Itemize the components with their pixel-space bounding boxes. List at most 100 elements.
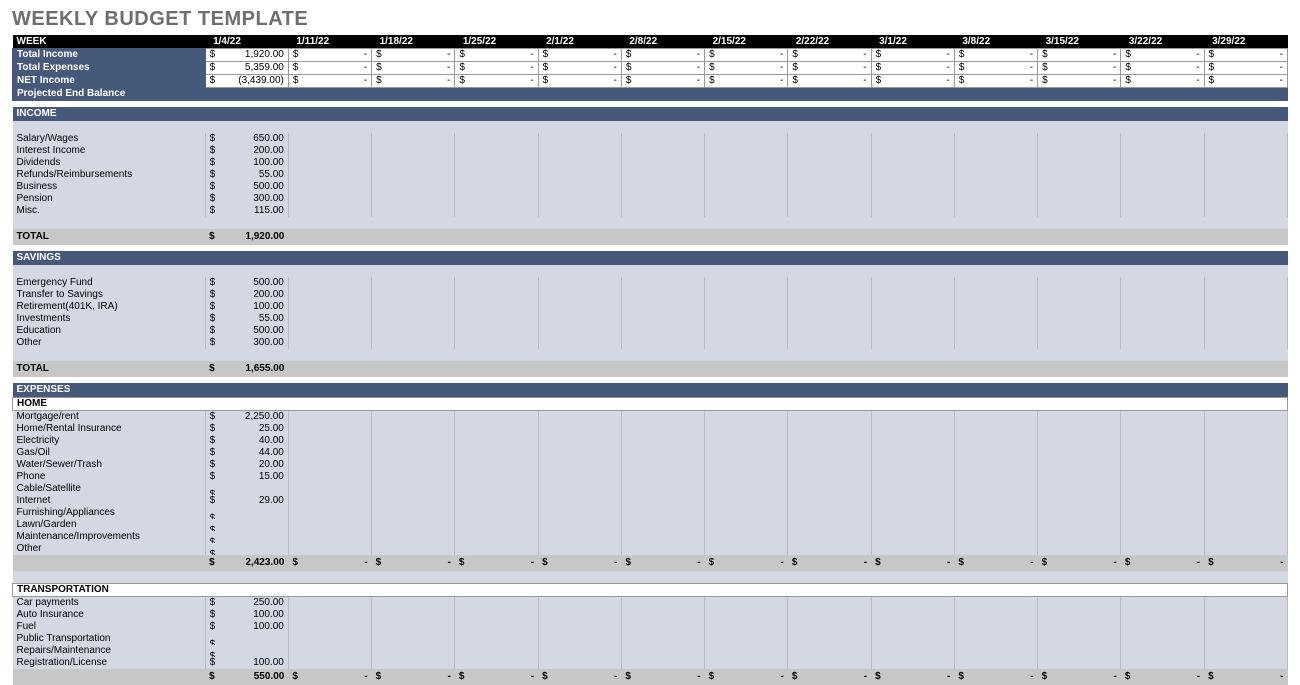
value-cell[interactable] bbox=[1038, 645, 1121, 657]
value-cell[interactable] bbox=[621, 277, 704, 289]
value-cell[interactable]: $300.00 bbox=[205, 337, 288, 349]
value-cell[interactable] bbox=[1121, 435, 1204, 447]
value-cell[interactable] bbox=[1121, 495, 1204, 507]
value-cell[interactable] bbox=[788, 193, 871, 205]
value-cell[interactable]: $- bbox=[788, 62, 871, 75]
value-cell[interactable] bbox=[954, 621, 1037, 633]
value-cell[interactable] bbox=[705, 621, 788, 633]
value-cell[interactable]: $- bbox=[871, 75, 954, 88]
value-cell[interactable] bbox=[372, 471, 455, 483]
value-cell[interactable] bbox=[455, 337, 538, 349]
value-cell[interactable]: $- bbox=[1121, 669, 1204, 685]
value-cell[interactable] bbox=[288, 645, 371, 657]
value-cell[interactable]: $- bbox=[788, 555, 871, 571]
value-cell[interactable] bbox=[288, 133, 371, 145]
value-cell[interactable] bbox=[455, 169, 538, 181]
value-cell[interactable]: $- bbox=[871, 555, 954, 571]
value-cell[interactable] bbox=[871, 447, 954, 459]
value-cell[interactable] bbox=[538, 435, 621, 447]
value-cell[interactable]: $- bbox=[1204, 555, 1287, 571]
value-cell[interactable]: $ bbox=[205, 633, 288, 645]
value-cell[interactable] bbox=[538, 193, 621, 205]
value-cell[interactable] bbox=[1038, 597, 1121, 610]
value-cell[interactable]: $- bbox=[954, 49, 1037, 62]
value-cell[interactable] bbox=[288, 483, 371, 495]
value-cell[interactable]: $- bbox=[372, 75, 455, 88]
value-cell[interactable] bbox=[1038, 609, 1121, 621]
value-cell[interactable] bbox=[1121, 411, 1204, 424]
value-cell[interactable] bbox=[705, 205, 788, 217]
value-cell[interactable] bbox=[372, 447, 455, 459]
value-cell[interactable] bbox=[455, 361, 538, 377]
value-cell[interactable] bbox=[705, 229, 788, 245]
value-cell[interactable] bbox=[954, 447, 1037, 459]
value-cell[interactable] bbox=[455, 301, 538, 313]
value-cell[interactable] bbox=[954, 313, 1037, 325]
value-cell[interactable] bbox=[788, 657, 871, 669]
value-cell[interactable]: $- bbox=[705, 62, 788, 75]
value-cell[interactable] bbox=[871, 483, 954, 495]
value-cell[interactable]: $- bbox=[455, 49, 538, 62]
value-cell[interactable]: $- bbox=[538, 75, 621, 88]
value-cell[interactable] bbox=[621, 423, 704, 435]
value-cell[interactable]: $- bbox=[1121, 75, 1204, 88]
value-cell[interactable] bbox=[621, 229, 704, 245]
value-cell[interactable] bbox=[538, 633, 621, 645]
value-cell[interactable] bbox=[871, 495, 954, 507]
value-cell[interactable] bbox=[372, 435, 455, 447]
value-cell[interactable] bbox=[1121, 157, 1204, 169]
value-cell[interactable] bbox=[288, 609, 371, 621]
value-cell[interactable] bbox=[372, 423, 455, 435]
value-cell[interactable] bbox=[372, 531, 455, 543]
value-cell[interactable] bbox=[288, 313, 371, 325]
value-cell[interactable]: $200.00 bbox=[205, 145, 288, 157]
value-cell[interactable] bbox=[372, 519, 455, 531]
value-cell[interactable] bbox=[1204, 205, 1287, 217]
value-cell[interactable] bbox=[788, 169, 871, 181]
value-cell[interactable] bbox=[621, 519, 704, 531]
value-cell[interactable] bbox=[1204, 411, 1287, 424]
value-cell[interactable] bbox=[372, 145, 455, 157]
value-cell[interactable] bbox=[538, 133, 621, 145]
value-cell[interactable] bbox=[621, 645, 704, 657]
value-cell[interactable] bbox=[455, 471, 538, 483]
value-cell[interactable] bbox=[1204, 193, 1287, 205]
value-cell[interactable] bbox=[705, 423, 788, 435]
value-cell[interactable] bbox=[1121, 543, 1204, 555]
value-cell[interactable] bbox=[954, 325, 1037, 337]
value-cell[interactable] bbox=[288, 495, 371, 507]
value-cell[interactable] bbox=[455, 483, 538, 495]
value-cell[interactable] bbox=[288, 459, 371, 471]
value-cell[interactable] bbox=[288, 597, 371, 610]
value-cell[interactable] bbox=[538, 447, 621, 459]
value-cell[interactable] bbox=[455, 531, 538, 543]
value-cell[interactable] bbox=[1204, 289, 1287, 301]
value-cell[interactable] bbox=[1038, 507, 1121, 519]
value-cell[interactable] bbox=[455, 447, 538, 459]
value-cell[interactable] bbox=[372, 459, 455, 471]
value-cell[interactable]: $25.00 bbox=[205, 423, 288, 435]
value-cell[interactable] bbox=[621, 609, 704, 621]
value-cell[interactable] bbox=[1038, 169, 1121, 181]
value-cell[interactable] bbox=[288, 657, 371, 669]
value-cell[interactable] bbox=[788, 277, 871, 289]
value-cell[interactable] bbox=[538, 519, 621, 531]
value-cell[interactable] bbox=[1121, 193, 1204, 205]
value-cell[interactable] bbox=[788, 313, 871, 325]
value-cell[interactable]: $- bbox=[372, 555, 455, 571]
value-cell[interactable] bbox=[538, 507, 621, 519]
value-cell[interactable] bbox=[288, 337, 371, 349]
value-cell[interactable] bbox=[788, 423, 871, 435]
value-cell[interactable] bbox=[954, 169, 1037, 181]
value-cell[interactable]: $- bbox=[954, 555, 1037, 571]
value-cell[interactable]: $- bbox=[705, 49, 788, 62]
value-cell[interactable] bbox=[1038, 313, 1121, 325]
value-cell[interactable] bbox=[1121, 313, 1204, 325]
value-cell[interactable] bbox=[372, 633, 455, 645]
value-cell[interactable] bbox=[788, 519, 871, 531]
value-cell[interactable]: $- bbox=[372, 669, 455, 685]
value-cell[interactable]: $500.00 bbox=[205, 325, 288, 337]
value-cell[interactable] bbox=[1038, 423, 1121, 435]
value-cell[interactable] bbox=[871, 471, 954, 483]
value-cell[interactable] bbox=[621, 597, 704, 610]
